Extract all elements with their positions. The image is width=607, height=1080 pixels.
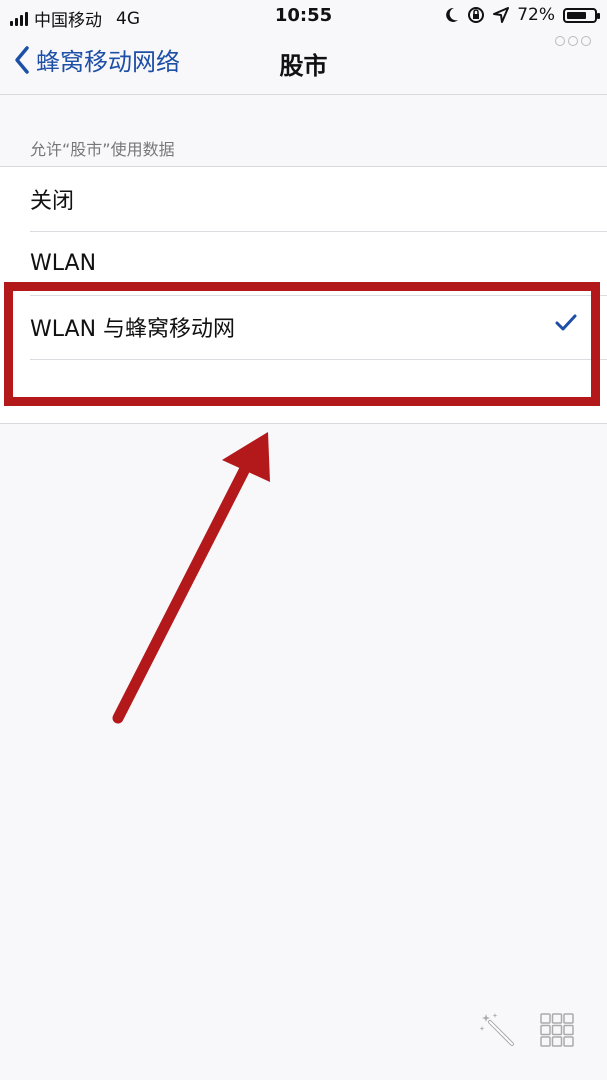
battery-fill [567, 11, 586, 19]
location-icon [493, 7, 510, 23]
more-dots-icon[interactable] [555, 36, 591, 46]
section-header: 允许“股市”使用数据 [30, 140, 175, 159]
option-label: 关闭 [30, 189, 75, 214]
annotation-arrow-icon [112, 432, 270, 724]
option-off[interactable]: 关闭 [0, 167, 607, 231]
grid-icon[interactable] [540, 1013, 574, 1047]
battery-percent: 72% [517, 5, 555, 25]
battery-icon [563, 7, 600, 23]
orientation-lock-icon [468, 7, 485, 23]
page-title: 股市 [279, 52, 328, 80]
navigation-bar: 蜂窝移动网络 股市 [0, 34, 607, 95]
status-bar: 中国移动 4G 10:55 72% [0, 0, 607, 34]
moon-icon [446, 7, 459, 22]
status-right: 72% [445, 5, 600, 25]
highlight-annotation-box [4, 282, 600, 406]
magic-wand-icon[interactable] [480, 1012, 516, 1048]
option-label: WLAN [30, 250, 97, 276]
